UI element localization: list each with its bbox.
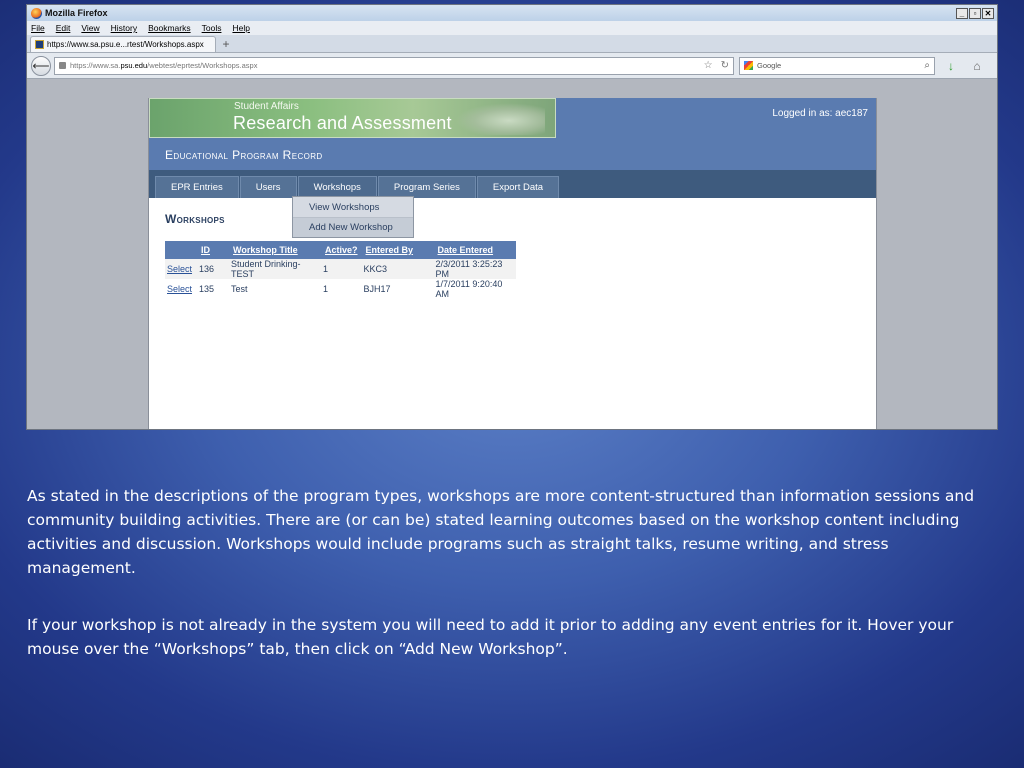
banner-title: Research and Assessment: [233, 113, 452, 133]
slide-body: As stated in the descriptions of the pro…: [27, 484, 1002, 694]
search-icon[interactable]: ⌕: [924, 60, 930, 71]
bookmark-star-icon[interactable]: ☆: [704, 60, 713, 71]
cell-entered-by: KKC3: [361, 259, 434, 279]
site-nav: EPR Entries Users Workshops Program Seri…: [149, 170, 876, 198]
tab-bar: https://www.sa.psu.e...rtest/Workshops.a…: [27, 35, 997, 53]
nittany-lion-image: [455, 103, 545, 135]
maximize-icon[interactable]: ▫: [969, 7, 981, 19]
nav-tab-workshops[interactable]: Workshops: [297, 176, 377, 198]
cell-active: 1: [321, 259, 362, 279]
table-row: Select 135 Test 1 BJH17 1/7/2011 9:20:40…: [165, 279, 516, 299]
new-tab-button[interactable]: +: [218, 38, 234, 52]
google-icon: [744, 61, 753, 70]
navigation-bar: ⟵ https://www.sa. psu.edu/webtest/eprtest…: [27, 53, 997, 79]
app-title: Educational Program Record: [165, 148, 323, 162]
select-link[interactable]: Select: [165, 259, 197, 279]
url-prefix: https://www.sa.: [70, 61, 121, 70]
back-button[interactable]: ⟵: [31, 55, 51, 76]
reload-icon[interactable]: ↻: [721, 60, 729, 71]
logged-in-status: Logged in as: aec187: [772, 108, 868, 119]
url-domain: psu.edu: [120, 61, 148, 70]
nav-tab-export-data[interactable]: Export Data: [476, 176, 560, 198]
cell-title: Test: [229, 279, 321, 299]
page-viewport: Student Affairs Research and Assessment …: [27, 81, 997, 429]
back-arrow-icon: ⟵: [32, 58, 50, 73]
url-path: /webtest/eprtest/Workshops.aspx: [147, 61, 258, 70]
close-icon[interactable]: ✕: [982, 7, 994, 19]
tab-title: https://www.sa.psu.e...rtest/Workshops.a…: [47, 40, 204, 49]
menu-item-add-new-workshop[interactable]: Add New Workshop: [293, 217, 413, 237]
banner-logo: Student Affairs Research and Assessment: [149, 98, 556, 138]
nav-tab-program-series[interactable]: Program Series: [377, 176, 476, 198]
column-header-date-entered[interactable]: Date Entered: [433, 241, 516, 259]
select-link[interactable]: Select: [165, 279, 197, 299]
nav-tab-epr-entries[interactable]: EPR Entries: [155, 176, 239, 198]
select-column-header: [165, 241, 197, 259]
minimize-icon[interactable]: _: [956, 7, 968, 19]
browser-tab[interactable]: https://www.sa.psu.e...rtest/Workshops.a…: [30, 36, 216, 52]
cell-active: 1: [321, 279, 362, 299]
site-header: Student Affairs Research and Assessment …: [149, 98, 876, 140]
table-row: Select 136 Student Drinking-TEST 1 KKC3 …: [165, 259, 516, 279]
column-header-id[interactable]: ID: [197, 241, 229, 259]
menu-bookmarks[interactable]: Bookmarks: [148, 23, 191, 33]
cell-date: 1/7/2011 9:20:40 AM: [433, 279, 516, 299]
psu-favicon-icon: [35, 40, 44, 49]
site-container: Student Affairs Research and Assessment …: [148, 98, 877, 429]
url-bar[interactable]: https://www.sa. psu.edu/webtest/eprtest/W…: [54, 56, 734, 75]
workshops-table: ID Workshop Title Active? Entered By Dat…: [165, 241, 516, 299]
browser-window: Mozilla Firefox _ ▫ ✕ File Edit View His…: [26, 4, 998, 430]
slide-paragraph-2: If your workshop is not already in the s…: [27, 616, 954, 658]
title-bar: Mozilla Firefox _ ▫ ✕: [27, 5, 997, 21]
search-bar[interactable]: Google ⌕: [739, 56, 935, 75]
column-header-active[interactable]: Active?: [321, 241, 362, 259]
menu-edit[interactable]: Edit: [56, 23, 71, 33]
column-header-title[interactable]: Workshop Title: [229, 241, 321, 259]
cell-id: 136: [197, 259, 229, 279]
menu-file[interactable]: File: [31, 23, 45, 33]
slide-paragraph-1: As stated in the descriptions of the pro…: [27, 487, 975, 577]
lock-icon: [59, 62, 66, 69]
app-title-bar: Educational Program Record: [149, 140, 876, 170]
cell-entered-by: BJH17: [361, 279, 434, 299]
cell-id: 135: [197, 279, 229, 299]
cell-title: Student Drinking-TEST: [229, 259, 321, 279]
menu-history[interactable]: History: [111, 23, 137, 33]
banner-subtitle: Student Affairs: [234, 101, 299, 112]
menu-tools[interactable]: Tools: [202, 23, 222, 33]
table-header-row: ID Workshop Title Active? Entered By Dat…: [165, 241, 516, 259]
nav-tab-users[interactable]: Users: [239, 176, 297, 198]
page-title: Workshops: [165, 212, 225, 226]
column-header-entered-by[interactable]: Entered By: [361, 241, 434, 259]
cell-date: 2/3/2011 3:25:23 PM: [433, 259, 516, 279]
window-title: Mozilla Firefox: [45, 8, 108, 18]
home-icon[interactable]: ⌂: [967, 59, 987, 73]
menu-item-view-workshops[interactable]: View Workshops: [293, 197, 413, 217]
menu-help[interactable]: Help: [232, 23, 249, 33]
menu-bar: File Edit View History Bookmarks Tools H…: [27, 21, 997, 35]
search-placeholder: Google: [757, 61, 782, 70]
workshops-dropdown: View Workshops Add New Workshop: [292, 196, 414, 238]
firefox-logo-icon: [31, 7, 42, 19]
download-icon[interactable]: ↓: [941, 59, 961, 73]
menu-view[interactable]: View: [81, 23, 99, 33]
window-controls: _ ▫ ✕: [956, 7, 997, 19]
